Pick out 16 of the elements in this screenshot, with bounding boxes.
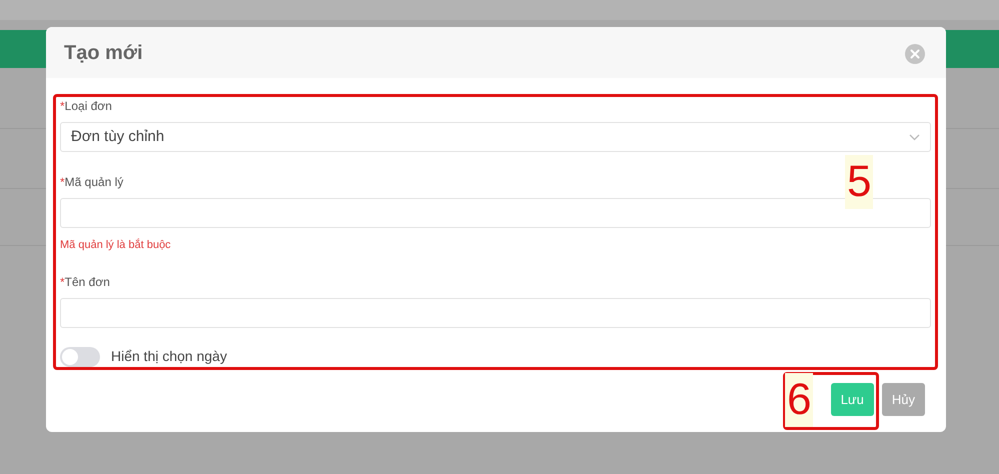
cancel-button[interactable]: Hủy — [882, 383, 925, 416]
input-field[interactable] — [60, 198, 931, 228]
field-label: *Tên đơn — [60, 274, 110, 290]
switch-label: Hiển thị chọn ngày — [111, 347, 227, 366]
toggle-switch[interactable] — [60, 346, 100, 366]
annotation-number: 5 — [845, 155, 874, 209]
input-field[interactable] — [60, 298, 931, 328]
error-message: Mã quản lý là bắt buộc — [60, 238, 172, 252]
field-label: *Mã quản lý — [60, 174, 124, 190]
chevron-down-icon — [909, 134, 920, 140]
field-label: *Loại đơn — [60, 98, 112, 114]
close-icon[interactable] — [905, 42, 925, 62]
dialog-title: Tạo mới — [64, 40, 143, 64]
save-button[interactable]: Lưu — [830, 383, 874, 416]
annotation-number: 6 — [785, 373, 814, 427]
select-field[interactable]: Đơn tùy chỉnh — [60, 122, 931, 152]
